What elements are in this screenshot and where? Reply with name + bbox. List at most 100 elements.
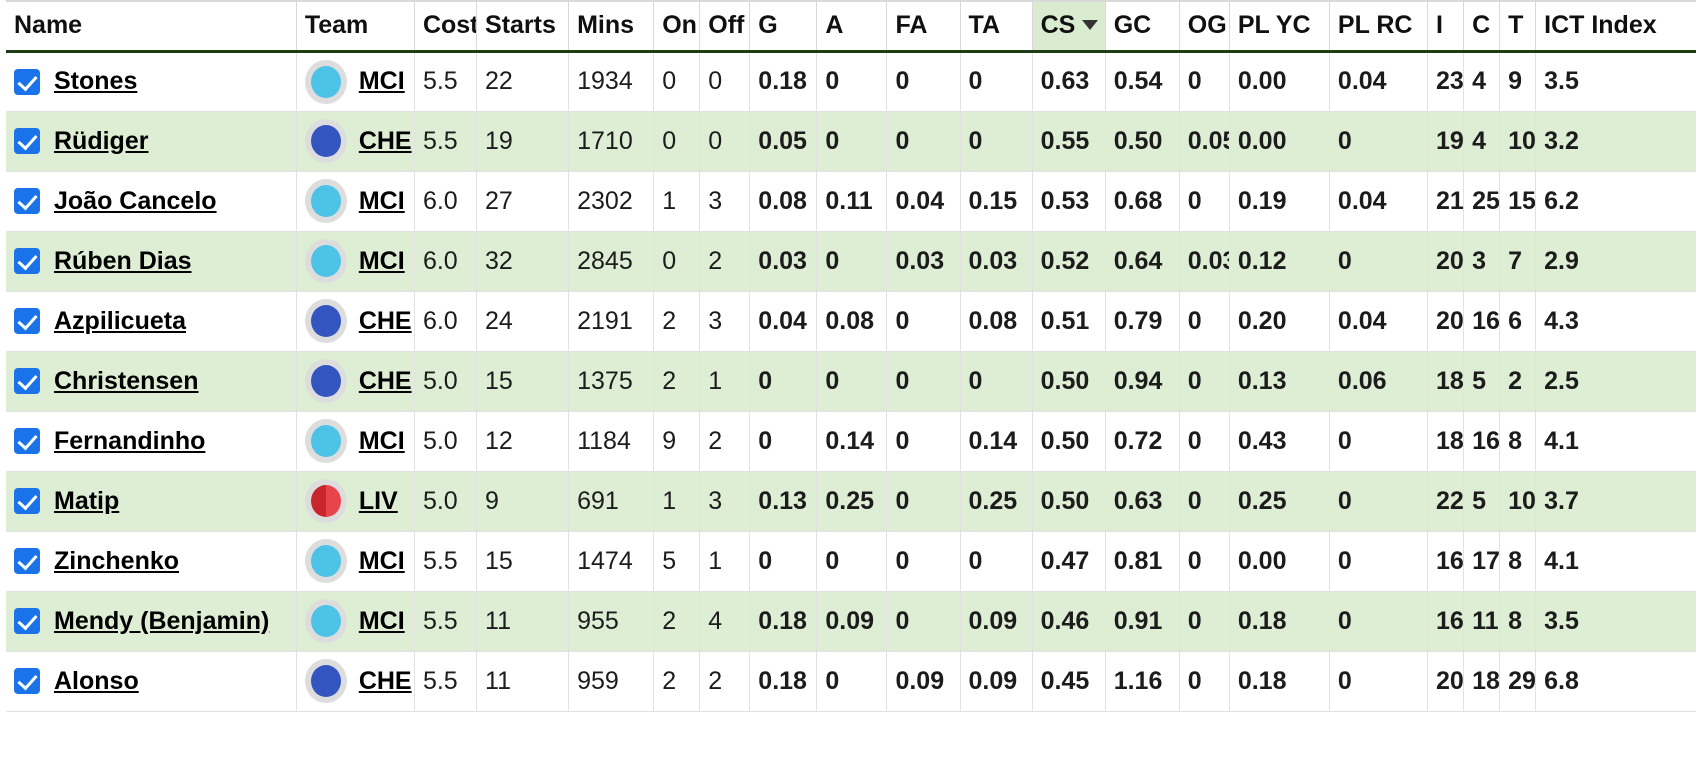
column-header-og[interactable]: OG: [1178, 0, 1230, 53]
cell-t: 8: [1499, 411, 1536, 472]
column-header-name[interactable]: Name: [6, 0, 297, 53]
cell-cs: 0.47: [1031, 531, 1106, 592]
team-code-link[interactable]: MCI: [359, 547, 405, 576]
player-name-link[interactable]: Rúben Dias: [54, 247, 192, 276]
column-header-starts[interactable]: Starts: [476, 0, 569, 53]
player-name-link[interactable]: Christensen: [54, 367, 198, 396]
cell-name: João Cancelo: [6, 171, 297, 232]
column-header-off[interactable]: Off: [699, 0, 750, 53]
column-header-g[interactable]: G: [749, 0, 817, 53]
cell-og: 0: [1178, 471, 1230, 532]
column-header-mins[interactable]: Mins: [568, 0, 654, 53]
column-label-i: I: [1436, 10, 1443, 39]
team-code-link[interactable]: MCI: [359, 67, 405, 96]
column-header-i[interactable]: I: [1427, 0, 1464, 53]
cell-on: 5: [653, 531, 700, 592]
player-select-checkbox[interactable]: [14, 428, 40, 454]
cell-plrc: 0.04: [1328, 291, 1428, 352]
table-row: Zinchenko MCI 5.5 15 1474 5 1 0 0 0 0 0.47 0.81 0 0.00…: [6, 531, 1696, 592]
cell-a: 0: [816, 651, 887, 712]
team-code-link[interactable]: MCI: [359, 247, 405, 276]
cell-starts: 9: [476, 471, 569, 532]
player-select-checkbox[interactable]: [14, 128, 40, 154]
cell-g: 0.08: [749, 171, 817, 232]
column-header-gc[interactable]: GC: [1104, 0, 1180, 53]
column-header-t[interactable]: T: [1499, 0, 1536, 53]
column-header-ict[interactable]: ICT Index: [1535, 0, 1696, 53]
table-row: Stones MCI 5.5 22 1934 0 0 0.18 0 0 0 0.63 0.54 0 0.00…: [6, 51, 1696, 112]
cell-gc: 0.79: [1104, 291, 1180, 352]
cell-g: 0.03: [749, 231, 817, 292]
cell-ict: 3.5: [1535, 591, 1696, 652]
player-select-checkbox[interactable]: [14, 68, 40, 95]
column-header-plyc[interactable]: PL YC: [1228, 0, 1330, 53]
player-name-link[interactable]: Zinchenko: [54, 547, 179, 576]
column-label-off: Off: [708, 10, 745, 39]
cell-ta: 0.09: [959, 651, 1033, 712]
cell-t: 29: [1499, 651, 1536, 712]
team-code-link[interactable]: LIV: [359, 487, 398, 516]
cell-og: 0: [1178, 291, 1230, 352]
cell-ta: 0.03: [959, 231, 1033, 292]
column-header-a[interactable]: A: [816, 0, 887, 53]
player-name-link[interactable]: Alonso: [54, 667, 139, 696]
player-select-checkbox[interactable]: [14, 488, 40, 514]
column-header-plrc[interactable]: PL RC: [1328, 0, 1428, 53]
team-code-link[interactable]: CHE: [359, 367, 412, 396]
player-name-link[interactable]: Matip: [54, 487, 119, 516]
cell-off: 1: [699, 351, 750, 412]
player-select-checkbox[interactable]: [14, 608, 40, 634]
player-select-checkbox[interactable]: [14, 548, 40, 574]
column-header-on[interactable]: On: [653, 0, 700, 53]
cell-ict: 3.2: [1535, 111, 1696, 172]
team-badge-icon: [304, 539, 347, 583]
team-code-link[interactable]: MCI: [359, 427, 405, 456]
column-label-cs: CS: [1040, 10, 1076, 39]
cell-plrc: 0: [1328, 591, 1428, 652]
column-label-mins: Mins: [577, 10, 635, 39]
cell-ta: 0: [959, 51, 1033, 112]
cell-mins: 1474: [568, 531, 654, 592]
player-select-checkbox[interactable]: [14, 248, 40, 274]
player-name-link[interactable]: João Cancelo: [54, 187, 217, 216]
cell-i: 20: [1427, 291, 1464, 352]
player-select-checkbox[interactable]: [14, 668, 40, 694]
cell-cost: 5.0: [413, 471, 477, 532]
cell-team: CHE: [295, 651, 415, 712]
team-badge-icon: [304, 479, 347, 523]
cell-plrc: 0.04: [1328, 51, 1428, 112]
column-header-cost[interactable]: Cost: [413, 0, 477, 53]
player-select-checkbox[interactable]: [14, 308, 40, 334]
cell-plrc: 0: [1328, 531, 1428, 592]
player-name-link[interactable]: Mendy (Benjamin): [54, 607, 269, 636]
cell-a: 0.14: [816, 411, 887, 472]
team-code-link[interactable]: CHE: [359, 307, 412, 336]
cell-gc: 0.54: [1104, 51, 1180, 112]
team-code-link[interactable]: MCI: [359, 607, 405, 636]
team-code-link[interactable]: CHE: [359, 667, 412, 696]
player-name-link[interactable]: Azpilicueta: [54, 307, 186, 336]
cell-starts: 15: [476, 351, 569, 412]
cell-t: 8: [1499, 531, 1536, 592]
player-name-link[interactable]: Fernandinho: [54, 427, 205, 456]
cell-on: 0: [653, 231, 700, 292]
cell-fa: 0: [886, 351, 961, 412]
player-select-checkbox[interactable]: [14, 368, 40, 394]
team-code-link[interactable]: CHE: [359, 127, 412, 156]
player-name-link[interactable]: Stones: [54, 67, 137, 96]
cell-off: 0: [699, 51, 750, 112]
team-code-link[interactable]: MCI: [359, 187, 405, 216]
team-badge-fill: [310, 185, 341, 217]
column-label-cost: Cost: [422, 10, 477, 39]
column-header-ta[interactable]: TA: [959, 0, 1033, 53]
player-select-checkbox[interactable]: [14, 188, 40, 214]
cell-c: 11: [1463, 591, 1500, 652]
cell-cost: 5.0: [413, 351, 477, 412]
column-header-team[interactable]: Team: [295, 0, 415, 53]
column-header-c[interactable]: C: [1463, 0, 1500, 53]
column-header-cs[interactable]: CS: [1031, 0, 1106, 53]
player-name-link[interactable]: Rüdiger: [54, 127, 148, 156]
cell-on: 0: [653, 51, 700, 112]
column-header-fa[interactable]: FA: [886, 0, 961, 53]
cell-c: 25: [1463, 171, 1500, 232]
